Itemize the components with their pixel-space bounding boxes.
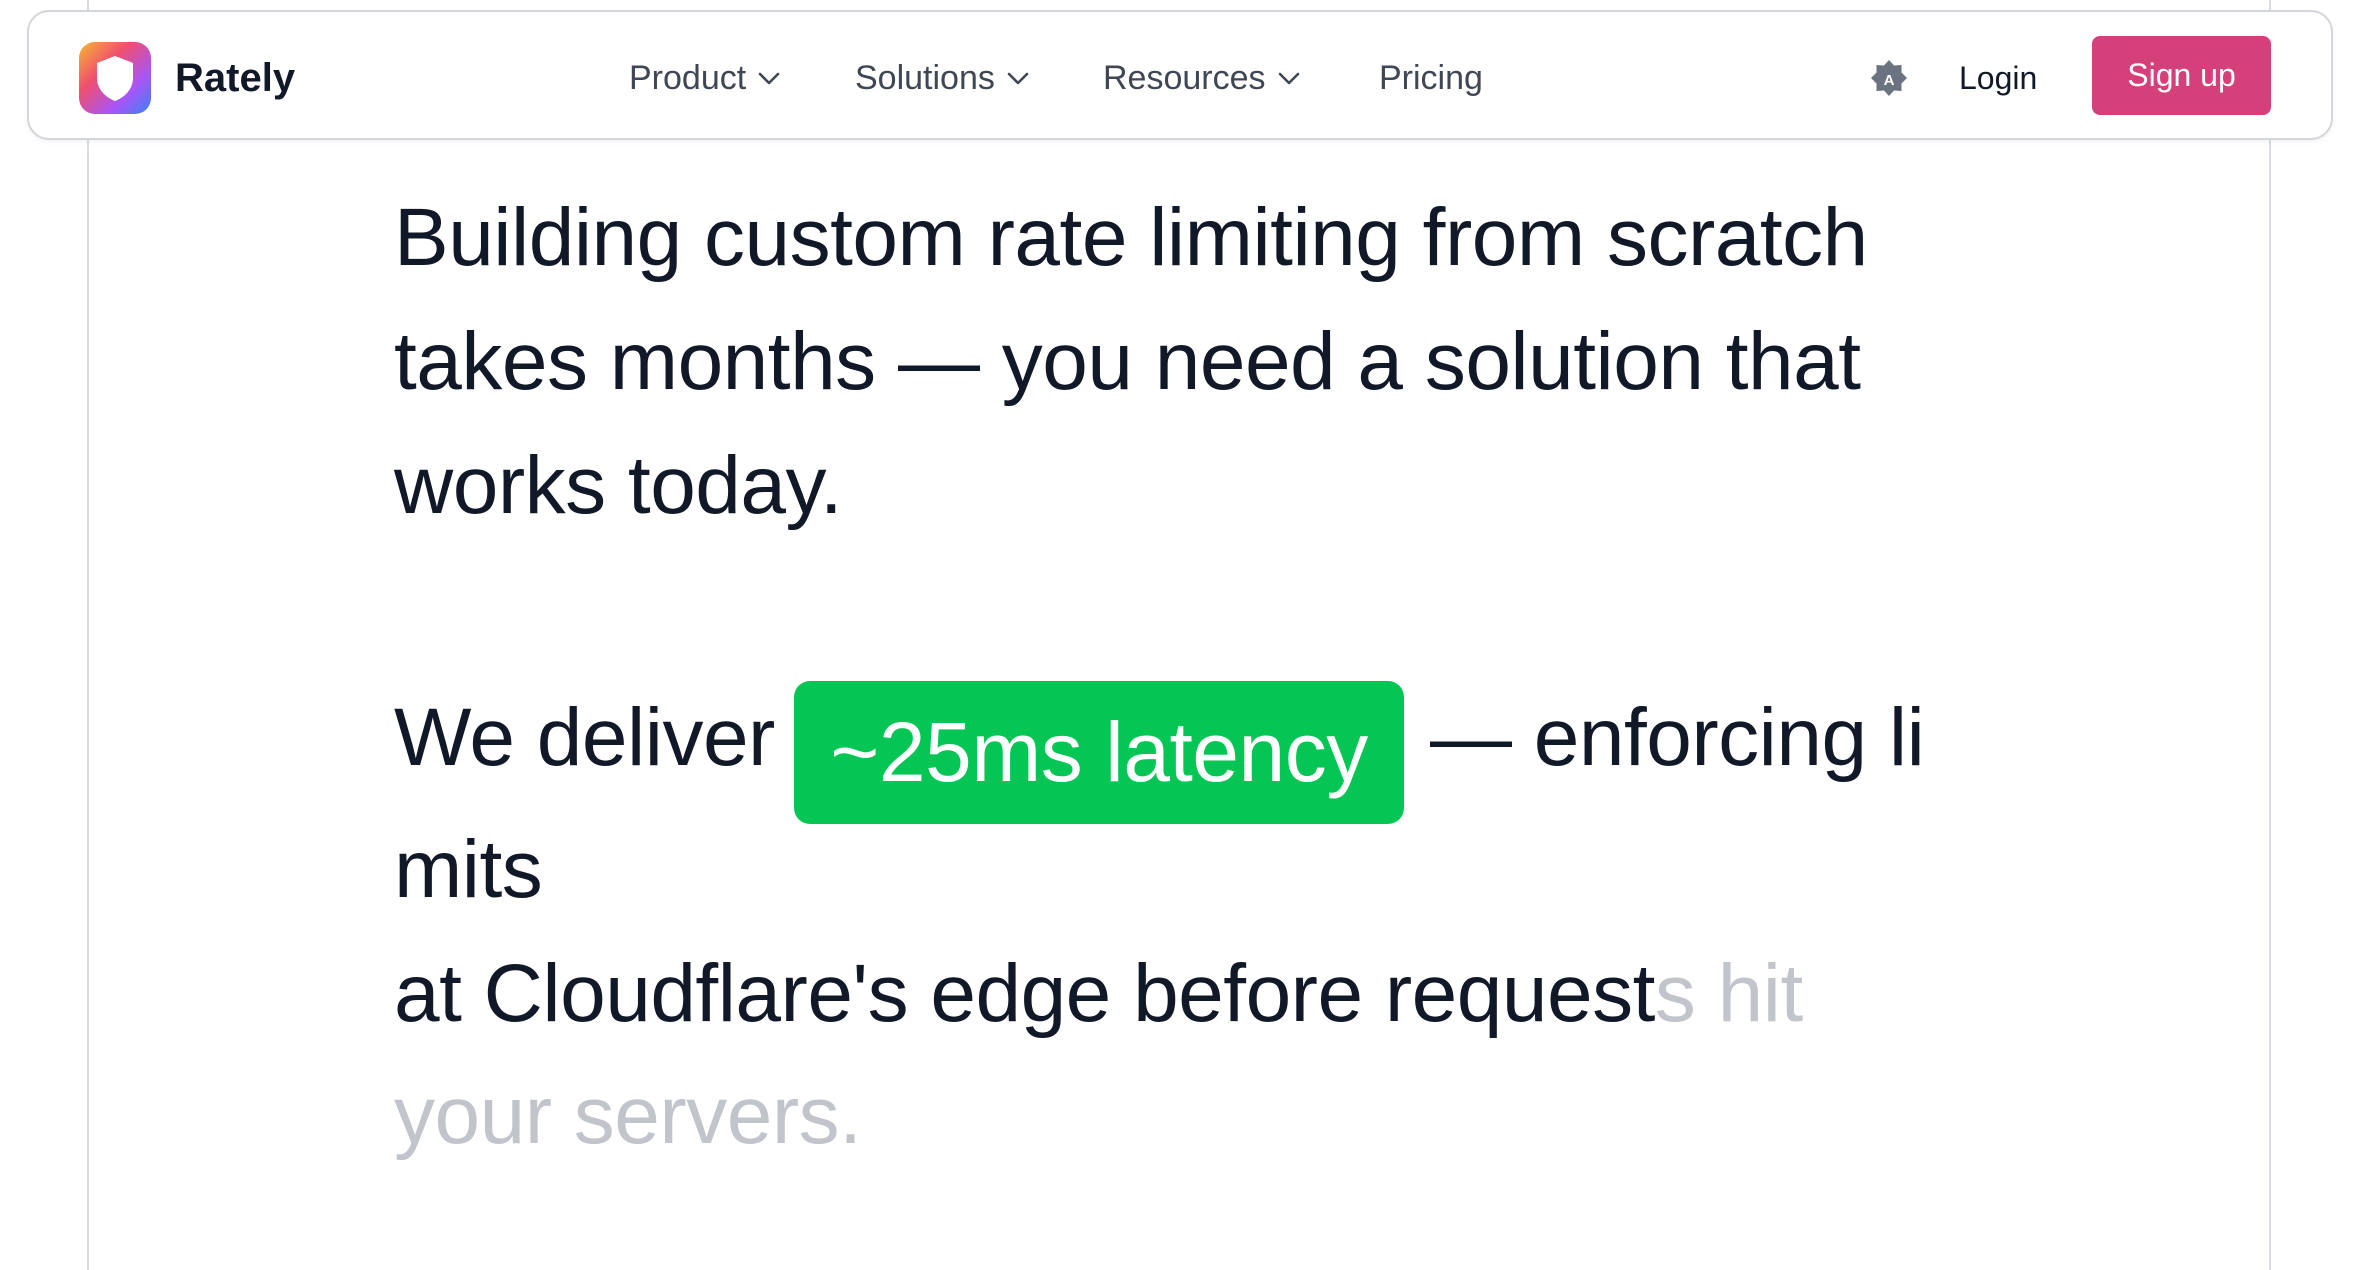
nav-resources[interactable]: Resources [1103,50,1300,106]
hero-line-2: takes months — you need a solution that [394,316,1861,407]
login-link[interactable]: Login [1959,50,2037,106]
brand-name[interactable]: Rately [175,50,295,106]
nav-solutions[interactable]: Solutions [855,50,1029,106]
rately-logo-icon[interactable] [79,42,151,114]
nav-product-label: Product [629,59,747,97]
signup-button[interactable]: Sign up [2092,36,2271,115]
latency-highlight-badge: ~25ms latency [794,681,1404,824]
svg-text:A: A [1884,72,1895,89]
chevron-down-icon [1278,72,1299,85]
nav-resources-label: Resources [1103,59,1266,97]
hero-line-6-dark: at Cloudflare's edge before request [394,948,1655,1039]
hero-line-7: your servers. [394,1070,862,1161]
chevron-down-icon [1007,72,1029,85]
nav-solutions-label: Solutions [855,59,995,97]
nav-pricing[interactable]: Pricing [1379,50,1483,106]
nav-product[interactable]: Product [629,50,780,106]
hero-line-4-prefix: We deliver [394,692,775,783]
hero-line-3: works today. [394,440,843,531]
hero-line-6-dim: s hit [1654,948,1803,1039]
nav-pricing-label: Pricing [1379,59,1483,97]
hero-line-1: Building custom rate limiting from scrat… [394,192,1868,283]
hero-line-4-suffix: — enforcing li [1430,692,1925,783]
theme-toggle-icon[interactable]: A [1867,56,1911,100]
hero-line-5: mits [394,824,543,915]
top-navbar: Rately Product Solutions Resources Prici… [27,10,2333,140]
chevron-down-icon [758,72,780,85]
hero-line-6: at Cloudflare's edge before requests hit [394,944,1803,1044]
